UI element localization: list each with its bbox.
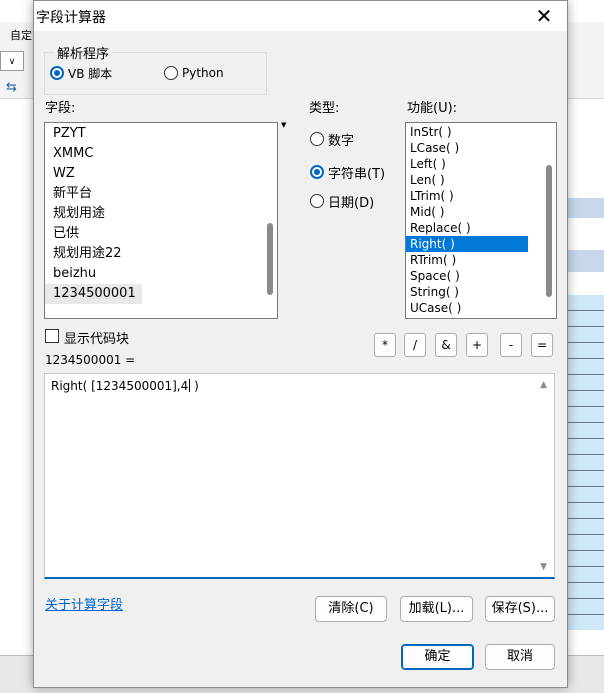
type-string-label: 字符串(T) bbox=[328, 167, 386, 182]
ok-button[interactable]: 确定 bbox=[401, 644, 474, 670]
parser-group-label: 解析程序 bbox=[54, 43, 113, 62]
scroll-down-arrow-icon[interactable]: ▼ bbox=[540, 562, 547, 572]
type-number-label: 数字 bbox=[328, 134, 355, 149]
fields-label: 字段: bbox=[45, 101, 76, 116]
field-item[interactable]: 规划用途 bbox=[45, 204, 277, 224]
type-date-radio[interactable] bbox=[310, 194, 324, 208]
about-calculate-field-link[interactable]: 关于计算字段 bbox=[45, 594, 123, 613]
cancel-button[interactable]: 取消 bbox=[485, 644, 555, 670]
minus-operator-button[interactable]: - bbox=[500, 333, 522, 357]
expression-text: Right( [1234500001],4 ) bbox=[51, 379, 199, 393]
field-item[interactable]: PZYT bbox=[45, 124, 277, 144]
type-number-radio[interactable] bbox=[310, 132, 324, 146]
function-item[interactable]: Mid( ) bbox=[406, 204, 528, 220]
title-bar: 字段计算器 ✕ bbox=[34, 1, 567, 31]
function-item[interactable]: Space( ) bbox=[406, 268, 528, 284]
function-item[interactable]: Len( ) bbox=[406, 172, 528, 188]
field-calculator-dialog: 字段计算器 ✕ 解析程序 VB 脚本 Python 字段: PZYT XMMC … bbox=[33, 0, 568, 688]
scroll-up-arrow-icon[interactable]: ▲ bbox=[540, 380, 547, 390]
expression-textarea[interactable]: Right( [1234500001],4 ) ▲ ▼ bbox=[44, 373, 555, 579]
type-date-label: 日期(D) bbox=[328, 196, 375, 211]
fields-scrollbar-thumb[interactable] bbox=[267, 223, 273, 295]
function-item[interactable]: Replace( ) bbox=[406, 220, 528, 236]
type-label: 类型: bbox=[309, 101, 340, 116]
dialog-title: 字段计算器 bbox=[36, 10, 106, 26]
plus-operator-button[interactable]: + bbox=[466, 333, 488, 357]
chevron-down-icon: ▼ bbox=[281, 121, 287, 129]
field-item[interactable]: XMMC bbox=[45, 144, 277, 164]
load-button[interactable]: 加载(L)... bbox=[400, 596, 473, 622]
field-item[interactable]: 已供 bbox=[45, 224, 277, 244]
field-item[interactable]: 新平台 bbox=[45, 184, 277, 204]
equals-operator-button[interactable]: = bbox=[531, 333, 553, 357]
functions-label: 功能(U): bbox=[407, 101, 458, 116]
show-codeblock-checkbox[interactable] bbox=[45, 329, 59, 343]
function-item[interactable]: Left( ) bbox=[406, 156, 528, 172]
expression-text-after-caret: ) bbox=[190, 379, 199, 393]
concat-operator-button[interactable]: & bbox=[435, 333, 457, 357]
multiply-operator-button[interactable]: * bbox=[374, 333, 396, 357]
function-item[interactable]: LTrim( ) bbox=[406, 188, 528, 204]
python-radio[interactable] bbox=[164, 66, 178, 80]
show-codeblock-label: 显示代码块 bbox=[64, 332, 130, 347]
vb-script-label: VB 脚本 bbox=[68, 67, 113, 81]
chevron-down-icon[interactable]: ∨ bbox=[0, 51, 24, 71]
field-item[interactable]: WZ bbox=[45, 164, 277, 184]
background-header-strip bbox=[568, 250, 604, 272]
swap-tool-icon[interactable]: ⇆ bbox=[6, 80, 24, 96]
function-item[interactable]: LCase( ) bbox=[406, 140, 528, 156]
save-button[interactable]: 保存(S)... bbox=[485, 596, 555, 622]
function-item[interactable]: RTrim( ) bbox=[406, 252, 528, 268]
function-item-selected[interactable]: Right( ) bbox=[406, 236, 528, 252]
type-string-radio[interactable] bbox=[310, 165, 324, 179]
field-item-selected[interactable]: 1234500001 bbox=[45, 284, 142, 304]
function-item[interactable]: InStr( ) bbox=[406, 124, 528, 140]
divide-operator-button[interactable]: / bbox=[404, 333, 426, 357]
background-header-strip bbox=[568, 198, 604, 218]
function-item[interactable]: UCase( ) bbox=[406, 300, 528, 316]
function-item[interactable]: String( ) bbox=[406, 284, 528, 300]
background-toolbar-label: 自定 bbox=[10, 29, 32, 42]
expression-label: 1234500001 = bbox=[45, 353, 136, 367]
functions-scrollbar-thumb[interactable] bbox=[546, 165, 552, 297]
field-item[interactable]: beizhu bbox=[45, 264, 277, 284]
expression-text-before-caret: Right( [1234500001],4 bbox=[51, 379, 189, 393]
background-table-grid bbox=[568, 295, 604, 630]
python-label: Python bbox=[182, 66, 224, 80]
functions-listbox[interactable]: InStr( ) LCase( ) Left( ) Len( ) LTrim( … bbox=[405, 122, 557, 319]
vb-script-radio[interactable] bbox=[50, 66, 64, 80]
close-icon[interactable]: ✕ bbox=[521, 1, 567, 31]
clear-button[interactable]: 清除(C) bbox=[315, 596, 387, 622]
fields-listbox[interactable]: PZYT XMMC WZ 新平台 规划用途 已供 规划用途22 beizhu 1… bbox=[44, 122, 278, 319]
field-item[interactable]: 规划用途22 bbox=[45, 244, 277, 264]
